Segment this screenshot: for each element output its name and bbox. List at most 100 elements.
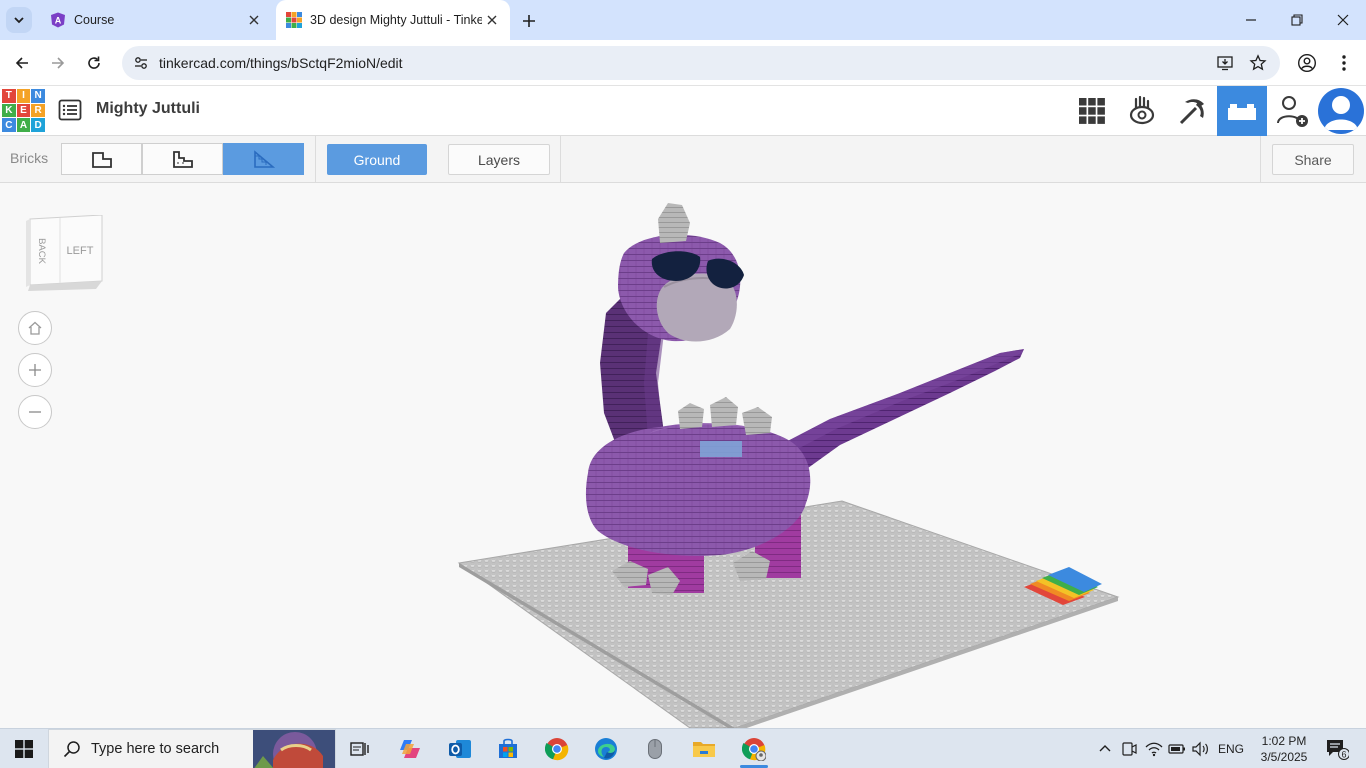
system-clock[interactable]: 1:02 PM 3/5/2025 <box>1256 733 1312 765</box>
edge-icon <box>595 738 617 760</box>
dino-body[interactable] <box>585 423 811 556</box>
brick-mode-stepped-button[interactable] <box>142 143 223 175</box>
plus-icon <box>29 364 41 376</box>
view-cube-back-label: BACK <box>36 238 47 265</box>
tab-title: Course <box>74 13 115 27</box>
chrome-button[interactable] <box>533 729 581 768</box>
pickaxe-icon <box>1179 99 1204 125</box>
battery-icon[interactable] <box>1166 729 1188 768</box>
edge-button[interactable] <box>582 729 630 768</box>
mouse-icon <box>648 739 662 759</box>
slope-layer-icon <box>253 150 275 168</box>
tinkercad-logo[interactable]: T I N K E R C A D <box>2 89 45 132</box>
brick-scene[interactable] <box>0 183 1366 728</box>
tinkercad-header: T I N K E R C A D Mighty Juttuli <box>0 86 1366 136</box>
minecraft-button[interactable] <box>1167 86 1217 136</box>
plus-icon <box>523 15 535 27</box>
install-icon <box>1217 56 1233 71</box>
close-icon[interactable] <box>244 10 264 30</box>
forward-button[interactable] <box>44 49 72 77</box>
account-circle-icon <box>1297 53 1317 73</box>
logo-letter: I <box>16 89 31 103</box>
reload-button[interactable] <box>80 49 108 77</box>
logo-letter: E <box>16 103 31 118</box>
task-view-button[interactable] <box>336 729 384 768</box>
grid-view-button[interactable] <box>1067 86 1117 136</box>
tab-title: 3D design Mighty Juttuli - Tinkercad <box>310 13 482 27</box>
chevron-down-icon <box>14 17 24 24</box>
copilot-icon <box>400 740 420 758</box>
grid-icon <box>1079 98 1105 124</box>
browser-tab-strip: A Course 3D design Mighty Juttuli - Tink… <box>0 0 1366 40</box>
profile-button[interactable] <box>1293 49 1321 77</box>
chrome-profile-button[interactable] <box>730 729 778 768</box>
close-icon[interactable] <box>482 10 502 30</box>
taskbar-search-box[interactable]: Type here to search <box>48 729 336 768</box>
brick-mode-full-button[interactable] <box>61 143 142 175</box>
copilot-button[interactable] <box>386 729 434 768</box>
volume-icon[interactable] <box>1188 729 1212 768</box>
brick-icon <box>1228 104 1256 120</box>
logo-letter: K <box>2 103 16 118</box>
omnibox[interactable]: tinkercad.com/things/bSctqF2mioN/edit <box>122 46 1280 80</box>
angular-icon: A <box>51 12 65 28</box>
arrow-left-icon <box>15 57 28 69</box>
input-language[interactable]: ENG <box>1214 729 1248 768</box>
share-button[interactable]: Share <box>1272 144 1354 175</box>
tab-course[interactable]: A Course <box>40 0 272 40</box>
install-app-button[interactable] <box>1210 46 1240 80</box>
workplane-viewport[interactable]: BACK LEFT <box>0 183 1366 728</box>
chrome-icon <box>545 738 569 761</box>
store-icon <box>499 738 517 758</box>
site-info-icon[interactable] <box>124 46 158 80</box>
bricks-mode-button[interactable] <box>1217 86 1267 136</box>
view-cube[interactable]: BACK LEFT <box>24 215 106 291</box>
windows-taskbar: Type here to search ENG 1:02 PM 3/5/2025… <box>0 728 1366 768</box>
invite-users-button[interactable] <box>1267 86 1317 136</box>
tab-search-button[interactable] <box>6 7 32 33</box>
mouse-app-button[interactable] <box>631 729 679 768</box>
notification-center-button[interactable]: 6 <box>1320 729 1354 768</box>
reload-icon <box>88 56 100 69</box>
logo-letter: C <box>2 118 16 132</box>
logo-letter: R <box>31 103 45 118</box>
sim-lab-button[interactable] <box>1117 86 1167 136</box>
microsoft-store-button[interactable] <box>484 729 532 768</box>
wifi-icon[interactable] <box>1142 729 1166 768</box>
svg-text:A: A <box>55 16 62 26</box>
restore-button[interactable] <box>1274 0 1320 40</box>
home-view-button[interactable] <box>18 311 52 345</box>
user-icon <box>1324 96 1358 130</box>
start-button[interactable] <box>0 729 48 768</box>
zoom-in-button[interactable] <box>18 353 52 387</box>
brick-mode-slope-button[interactable] <box>223 143 304 175</box>
zoom-out-button[interactable] <box>18 395 52 429</box>
dino-tail[interactable] <box>780 349 1024 468</box>
arrow-right-icon <box>52 57 65 69</box>
browser-menu-button[interactable] <box>1330 49 1358 77</box>
toolbar-divider <box>560 136 561 182</box>
minimize-button[interactable] <box>1228 0 1274 40</box>
user-avatar[interactable] <box>1318 88 1364 134</box>
ground-button[interactable]: Ground <box>327 144 427 175</box>
step-layer-icon <box>172 151 193 168</box>
search-placeholder: Type here to search <box>91 741 220 757</box>
outlook-icon <box>449 740 471 758</box>
dino-head[interactable] <box>618 203 744 342</box>
full-layer-icon <box>91 152 112 168</box>
design-title[interactable]: Mighty Juttuli <box>96 100 200 118</box>
new-tab-button[interactable] <box>518 10 540 32</box>
show-hidden-icons-button[interactable] <box>1094 729 1116 768</box>
chevron-up-icon <box>1099 745 1111 752</box>
bookmark-button[interactable] <box>1243 46 1273 80</box>
file-explorer-button[interactable] <box>680 729 728 768</box>
url-text[interactable]: tinkercad.com/things/bSctqF2mioN/edit <box>159 55 403 71</box>
design-menu-icon[interactable] <box>58 98 82 122</box>
layers-button[interactable]: Layers <box>448 144 550 175</box>
clock-time: 1:02 PM <box>1261 734 1307 748</box>
meet-now-icon[interactable] <box>1118 729 1140 768</box>
back-button[interactable] <box>8 49 36 77</box>
tab-tinkercad[interactable]: 3D design Mighty Juttuli - Tinkercad <box>276 0 510 40</box>
close-window-button[interactable] <box>1320 0 1366 40</box>
outlook-button[interactable] <box>436 729 484 768</box>
